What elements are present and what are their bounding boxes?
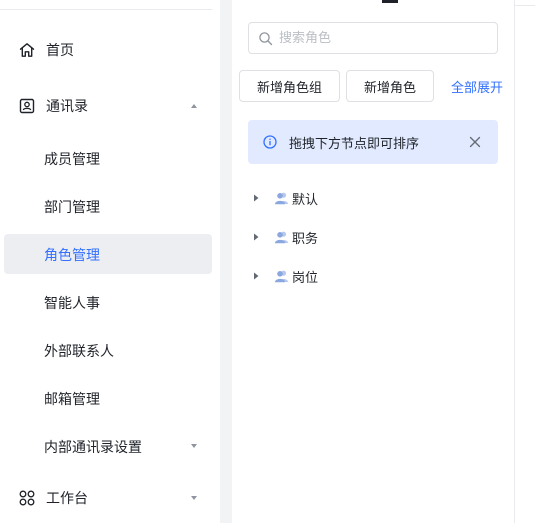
role-group-node-post[interactable]: 岗位 [248, 262, 498, 290]
add-role-group-button[interactable]: 新增角色组 [239, 70, 340, 102]
add-role-button[interactable]: 新增角色 [346, 70, 434, 102]
role-panel: 新增角色组 新增角色 全部展开 拖拽下方节点即可排序 默认 [232, 0, 514, 523]
expand-arrow-icon[interactable] [253, 272, 259, 280]
sidebar-item-home[interactable]: 首页 [4, 30, 212, 70]
expand-arrow-icon[interactable] [253, 233, 259, 241]
sidebar-subitem-mailbox[interactable]: 邮箱管理 [4, 378, 212, 418]
sidebar: 首页 通讯录 成员管理 部门管理 角色管理 智能人事 外部联系人 邮箱管理 内部… [0, 0, 220, 523]
sidebar-subitem-roles[interactable]: 角色管理 [4, 234, 212, 274]
panel-divider [220, 0, 232, 523]
sidebar-subitem-external-contacts[interactable]: 外部联系人 [4, 330, 212, 370]
sidebar-subitem-label: 邮箱管理 [44, 392, 100, 408]
close-icon[interactable] [468, 135, 482, 149]
search-input[interactable] [279, 28, 489, 48]
caret-down-icon [191, 444, 197, 448]
expand-all-link[interactable]: 全部展开 [451, 77, 503, 96]
right-panel-border [514, 0, 515, 523]
role-group-node-position[interactable]: 职务 [248, 223, 498, 251]
sidebar-subitem-label: 外部联系人 [44, 344, 114, 360]
contacts-icon [19, 98, 35, 114]
sidebar-subitem-departments[interactable]: 部门管理 [4, 186, 212, 226]
sidebar-subitem-internal-settings[interactable]: 内部通讯录设置 [4, 426, 212, 466]
role-group-label: 职务 [292, 232, 319, 247]
sidebar-subitem-label: 内部通讯录设置 [44, 440, 142, 456]
sidebar-item-workbench[interactable]: 工作台 [4, 478, 212, 518]
sidebar-top-divider [0, 9, 212, 10]
sidebar-subitem-members[interactable]: 成员管理 [4, 138, 212, 178]
panel-top-indicator [382, 0, 398, 3]
role-group-label: 岗位 [292, 271, 319, 286]
sidebar-item-label: 工作台 [46, 491, 88, 507]
sidebar-subitem-smart-hr[interactable]: 智能人事 [4, 282, 212, 322]
role-group-icon [275, 192, 288, 205]
caret-up-icon [191, 104, 197, 108]
sidebar-subitem-label: 部门管理 [44, 200, 100, 216]
info-icon [263, 135, 277, 149]
sidebar-item-contacts[interactable]: 通讯录 [4, 86, 212, 126]
home-icon [19, 43, 35, 57]
role-group-label: 默认 [292, 193, 319, 208]
role-group-icon [275, 231, 288, 244]
right-panel-top-line [515, 5, 535, 6]
sidebar-item-label: 首页 [46, 43, 74, 59]
workbench-icon [19, 490, 35, 506]
sort-hint-text: 拖拽下方节点即可排序 [289, 137, 420, 152]
search-box [248, 22, 498, 54]
role-group-icon [275, 270, 288, 283]
sidebar-item-label: 通讯录 [46, 99, 88, 115]
expand-arrow-icon[interactable] [253, 194, 259, 202]
caret-down-icon [191, 496, 197, 500]
search-icon [259, 32, 273, 46]
sidebar-subitem-label: 成员管理 [44, 152, 100, 168]
sidebar-subitem-label: 智能人事 [44, 296, 100, 312]
role-group-node-default[interactable]: 默认 [248, 184, 498, 212]
sidebar-subitem-label: 角色管理 [44, 248, 100, 264]
sort-hint-banner: 拖拽下方节点即可排序 [248, 120, 498, 164]
